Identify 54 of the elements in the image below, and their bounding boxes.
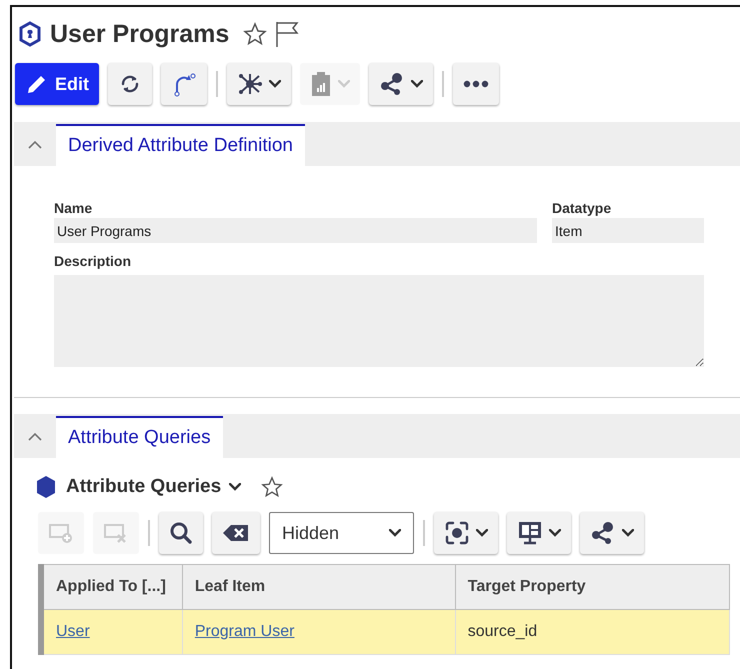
field-label: Description (54, 253, 132, 271)
page-title: User Programs (50, 20, 230, 48)
chevron-down-icon (389, 529, 401, 537)
share-menu-button[interactable] (369, 63, 433, 105)
chevron-down-icon (476, 529, 488, 537)
chevron-down-icon (411, 80, 423, 88)
column-header[interactable]: Applied To [...] (41, 564, 182, 610)
name-field[interactable]: User Programs (54, 218, 537, 243)
search-icon (169, 521, 193, 545)
edit-button[interactable]: Edit (15, 63, 99, 105)
monitor-layout-icon (517, 520, 543, 546)
star-icon[interactable] (261, 476, 284, 498)
cell-link[interactable]: Program User (194, 623, 294, 640)
keyhole-hexagon-icon (18, 21, 42, 47)
clear-filter-button[interactable] (212, 512, 260, 554)
column-header[interactable]: Target Property (455, 564, 730, 610)
search-button[interactable] (159, 512, 203, 554)
layout-menu-button[interactable] (507, 512, 571, 554)
favorite-star-icon[interactable] (243, 22, 268, 46)
collapse-icon (28, 432, 42, 440)
chevron-down-icon (269, 80, 281, 88)
view-select[interactable]: Hidden (269, 512, 414, 554)
cell-link[interactable]: User (56, 623, 90, 640)
table-cell: source_id (455, 610, 730, 654)
field-label: Datatype (552, 200, 612, 218)
section-tab[interactable]: Attribute Queries (56, 416, 223, 458)
collapse-icon (28, 140, 42, 148)
section-tab[interactable]: Derived Attribute Definition (56, 124, 305, 166)
refresh-button[interactable] (108, 63, 152, 105)
network-icon (237, 71, 263, 97)
chevron-down-icon (622, 529, 634, 537)
chevron-down-icon (229, 483, 242, 491)
field-label: Name (54, 200, 94, 218)
description-field[interactable] (54, 275, 704, 367)
flag-icon[interactable] (275, 20, 300, 48)
more-icon (463, 80, 489, 88)
share-menu-button[interactable] (580, 512, 644, 554)
column-header[interactable]: Leaf Item (182, 564, 456, 610)
remove-row-icon (103, 522, 129, 544)
focus-icon (444, 520, 470, 546)
more-button[interactable] (453, 63, 499, 105)
share-icon (379, 71, 405, 97)
grid-title: Attribute Queries (66, 476, 222, 498)
chevron-down-icon (549, 529, 561, 537)
datatype-field[interactable]: Item (552, 218, 704, 243)
share-icon (590, 520, 616, 546)
clipboard-chart-icon (310, 71, 332, 97)
backspace-icon (222, 523, 250, 543)
focus-menu-button[interactable] (434, 512, 498, 554)
add-row-icon (48, 522, 74, 544)
redirect-button[interactable] (161, 63, 207, 105)
chevron-down-icon (338, 80, 350, 88)
hexagon-icon (34, 474, 58, 500)
network-menu-button[interactable] (227, 63, 291, 105)
